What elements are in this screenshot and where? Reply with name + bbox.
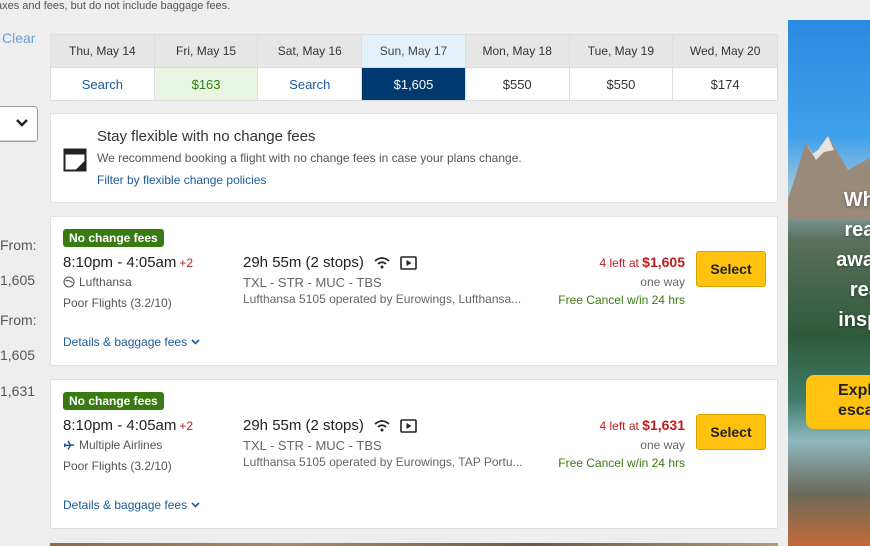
clear-link[interactable]: Clear (2, 30, 35, 46)
flight-route: TXL - STR - MUC - TBS (243, 438, 382, 453)
flight-times: 8:10pm - 4:05am +2 (63, 254, 193, 271)
ad-cta-line: esca (838, 402, 870, 419)
date-price[interactable]: $174 (673, 67, 777, 100)
seats-left: 4 left at (599, 419, 639, 433)
date-cell-mon-may-18[interactable]: Mon, May 18 $550 (465, 35, 570, 100)
video-icon (400, 255, 417, 270)
flexible-filter-link[interactable]: Filter by flexible change policies (97, 173, 266, 187)
chevron-down-icon (191, 502, 200, 508)
chevron-down-icon (191, 339, 200, 345)
date-price-strip: Thu, May 14 Search Fri, May 15 $163 Sat,… (50, 34, 778, 101)
trip-type: one way (640, 275, 685, 289)
date-price[interactable]: Search (51, 67, 154, 100)
ad-headline: When ready away, v read inspire (796, 185, 870, 335)
time-range: 8:10pm - 4:05am (63, 417, 177, 434)
flight-result-card[interactable]: No change fees 8:10pm - 4:05am +2 Multipl… (50, 379, 778, 529)
date-label: Wed, May 20 (673, 35, 777, 67)
duration-text: 29h 55m (2 stops) (243, 417, 364, 434)
date-label: Fri, May 15 (154, 35, 258, 67)
flight-result-card[interactable]: No change fees 8:10pm - 4:05am +2 Lufthan… (50, 216, 778, 366)
date-price[interactable]: $163 (154, 67, 258, 100)
ad-cta-button[interactable]: Expl esca (806, 375, 870, 429)
duration-text: 29h 55m (2 stops) (243, 254, 364, 271)
travel-ad-banner[interactable]: When ready away, v read inspire Expl esc… (788, 20, 870, 546)
airline: Lufthansa (63, 275, 132, 289)
seats-and-price: 4 left at $1,631 (599, 417, 685, 433)
flight-times: 8:10pm - 4:05am +2 (63, 417, 193, 434)
details-label: Details & baggage fees (63, 498, 188, 512)
flight-route: TXL - STR - MUC - TBS (243, 275, 382, 290)
video-icon (400, 418, 417, 433)
date-cell-fri-may-15[interactable]: Fri, May 15 $163 (154, 35, 259, 100)
ad-line: read (849, 279, 870, 301)
plane-icon (63, 440, 75, 450)
airline-name: Lufthansa (79, 275, 132, 289)
date-price[interactable]: $1,605 (362, 67, 465, 100)
sort-dropdown[interactable] (0, 106, 38, 142)
airline: Multiple Airlines (63, 438, 162, 452)
operated-by: Lufthansa 5105 operated by Eurowings, Lu… (243, 292, 522, 306)
date-label: Tue, May 19 (569, 35, 673, 67)
no-change-fees-badge: No change fees (63, 392, 164, 410)
ad-line: inspire (838, 309, 870, 331)
seats-left: 4 left at (599, 256, 639, 270)
date-cell-sun-may-17[interactable]: Sun, May 17 $1,605 (362, 35, 466, 100)
flight-price: $1,631 (642, 417, 685, 433)
flexible-subtitle: We recommend booking a flight with no ch… (97, 151, 522, 165)
details-baggage-link[interactable]: Details & baggage fees (63, 335, 200, 349)
flexible-title: Stay flexible with no change fees (97, 128, 316, 145)
left-filter-column: Clear From: 1,605 From: 1,605 1,631 ) (0, 20, 44, 546)
date-price[interactable]: $550 (569, 67, 673, 100)
operated-by: Lufthansa 5105 operated by Eurowings, TA… (243, 455, 523, 469)
chevron-down-icon (16, 119, 28, 127)
time-range: 8:10pm - 4:05am (63, 254, 177, 271)
no-change-fees-badge: No change fees (63, 229, 164, 247)
date-label: Thu, May 14 (51, 35, 154, 67)
price-fragment: 1,605 (0, 272, 36, 288)
date-label: Sun, May 17 (362, 35, 465, 67)
flight-duration: 29h 55m (2 stops) (243, 417, 417, 434)
date-label: Sat, May 16 (258, 35, 362, 67)
details-baggage-link[interactable]: Details & baggage fees (63, 498, 200, 512)
seats-and-price: 4 left at $1,605 (599, 254, 685, 270)
flexible-booking-card: Stay flexible with no change fees We rec… (50, 113, 778, 203)
select-flight-button[interactable]: Select (696, 414, 766, 450)
ad-cta-line: Expl (838, 382, 870, 399)
price-fragment: 1,631 (0, 383, 36, 399)
date-cell-thu-may-14[interactable]: Thu, May 14 Search (51, 35, 155, 100)
from-label: From: (0, 237, 37, 253)
fees-note: axes and fees, but do not include baggag… (0, 0, 231, 12)
calendar-icon (63, 148, 87, 172)
divider (0, 140, 38, 141)
flight-duration: 29h 55m (2 stops) (243, 254, 417, 271)
ad-line: away, v (836, 249, 870, 271)
date-cell-wed-may-20[interactable]: Wed, May 20 $174 (673, 35, 777, 100)
trip-type: one way (640, 438, 685, 452)
select-flight-button[interactable]: Select (696, 251, 766, 287)
flight-rating: Poor Flights (3.2/10) (63, 459, 172, 473)
free-cancel-note: Free Cancel w/in 24 hrs (558, 293, 685, 307)
day-offset: +2 (179, 419, 194, 433)
date-cell-sat-may-16[interactable]: Sat, May 16 Search (258, 35, 363, 100)
day-offset: +2 (179, 256, 194, 270)
wifi-icon (374, 256, 390, 268)
details-label: Details & baggage fees (63, 335, 188, 349)
date-price[interactable]: $550 (465, 67, 569, 100)
date-label: Mon, May 18 (465, 35, 569, 67)
from-label: From: (0, 312, 37, 328)
flight-price: $1,605 (642, 254, 685, 270)
globe-icon (63, 276, 75, 288)
date-cell-tue-may-19[interactable]: Tue, May 19 $550 (569, 35, 674, 100)
airline-name: Multiple Airlines (79, 438, 163, 452)
price-fragment: 1,605 (0, 347, 36, 363)
wifi-icon (374, 419, 390, 431)
free-cancel-note: Free Cancel w/in 24 hrs (558, 456, 685, 470)
ad-line: When (843, 189, 870, 211)
ad-line: ready (844, 219, 870, 241)
date-price[interactable]: Search (258, 67, 362, 100)
flight-rating: Poor Flights (3.2/10) (63, 296, 172, 310)
